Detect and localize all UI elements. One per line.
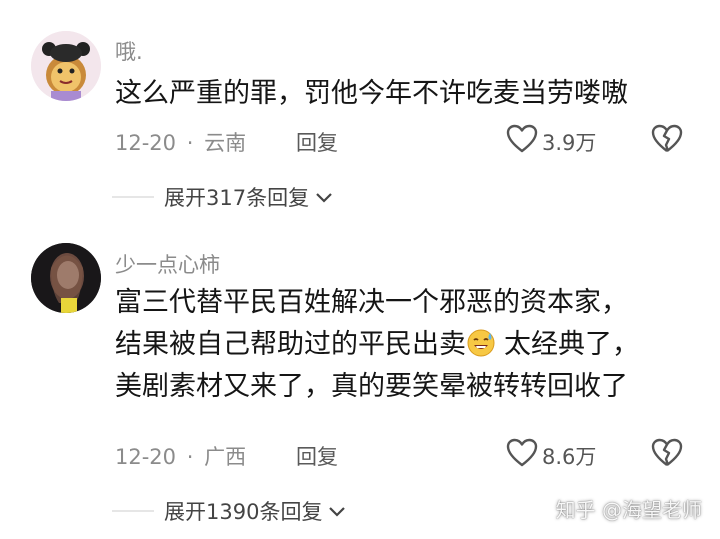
comment-text: 富三代替平民百姓解决一个邪恶的资本家， 结果被自己帮助过的平民出卖 太经典了， 美… — [115, 282, 639, 408]
comment-line: 结果被自己帮助过的平民出卖 太经典了， — [115, 324, 639, 366]
expand-replies-button[interactable]: 展开317条回复 — [164, 182, 333, 212]
expand-replies-button[interactable]: 展开1390条回复 — [164, 496, 346, 526]
comment-text: 这么严重的罪，罚他今年不许吃麦当劳喽嗷 — [115, 73, 628, 115]
dislike-button[interactable] — [651, 124, 683, 158]
reply-button[interactable]: 回复 — [296, 127, 338, 157]
zhihu-watermark: 知乎 @海望老师 — [555, 498, 702, 522]
broken-heart-icon — [651, 438, 683, 472]
heart-outline-icon — [506, 438, 538, 473]
reply-button[interactable]: 回复 — [296, 441, 338, 471]
expand-divider — [112, 510, 154, 512]
comment-2: 少一点心柿 富三代替平民百姓解决一个邪恶的资本家， 结果被自己帮助过的平民出卖 太… — [0, 230, 720, 539]
meta-separator: · — [186, 131, 194, 155]
comment-date: 12-20 — [115, 131, 177, 155]
avatar[interactable] — [31, 31, 101, 101]
avatar[interactable] — [31, 243, 101, 313]
photo-avatar-image — [31, 243, 101, 313]
broken-heart-icon — [651, 124, 683, 158]
expand-replies-label: 展开317条回复 — [164, 186, 310, 210]
dislike-button[interactable] — [651, 438, 683, 472]
cartoon-avatar-image — [31, 31, 101, 101]
comment-line-part: 结果被自己帮助过的平民出卖 — [115, 328, 466, 360]
like-count: 8.6万 — [542, 444, 597, 469]
expand-divider — [112, 196, 154, 198]
comment-date: 12-20 — [115, 445, 177, 469]
sweat-smile-emoji-icon — [466, 328, 496, 358]
comment-line: 这么严重的罪，罚他今年不许吃麦当劳喽嗷 — [115, 78, 628, 109]
comment-1: 哦. 这么严重的罪，罚他今年不许吃麦当劳喽嗷 12-20 · 云南 回复 3.9… — [0, 0, 720, 230]
comment-line: 美剧素材又来了，真的要笑晕被转转回收了 — [115, 370, 628, 402]
expand-replies-label: 展开1390条回复 — [164, 500, 323, 524]
like-button[interactable]: 8.6万 — [506, 438, 596, 473]
username[interactable]: 少一点心柿 — [115, 249, 220, 279]
meta-separator: · — [186, 445, 194, 469]
comment-line-part: 太经典了， — [504, 328, 639, 360]
chevron-down-icon — [315, 185, 333, 209]
username[interactable]: 哦. — [115, 36, 143, 66]
comment-line: 富三代替平民百姓解决一个邪恶的资本家， — [115, 287, 628, 318]
comment-location: 云南 — [204, 131, 247, 155]
like-button[interactable]: 3.9万 — [506, 124, 596, 159]
heart-outline-icon — [506, 124, 538, 159]
comment-meta: 12-20 · 云南 — [115, 127, 246, 157]
chevron-down-icon — [328, 499, 346, 523]
comment-meta: 12-20 · 广西 — [115, 441, 246, 471]
like-count: 3.9万 — [542, 130, 597, 155]
comment-location: 广西 — [204, 445, 247, 469]
